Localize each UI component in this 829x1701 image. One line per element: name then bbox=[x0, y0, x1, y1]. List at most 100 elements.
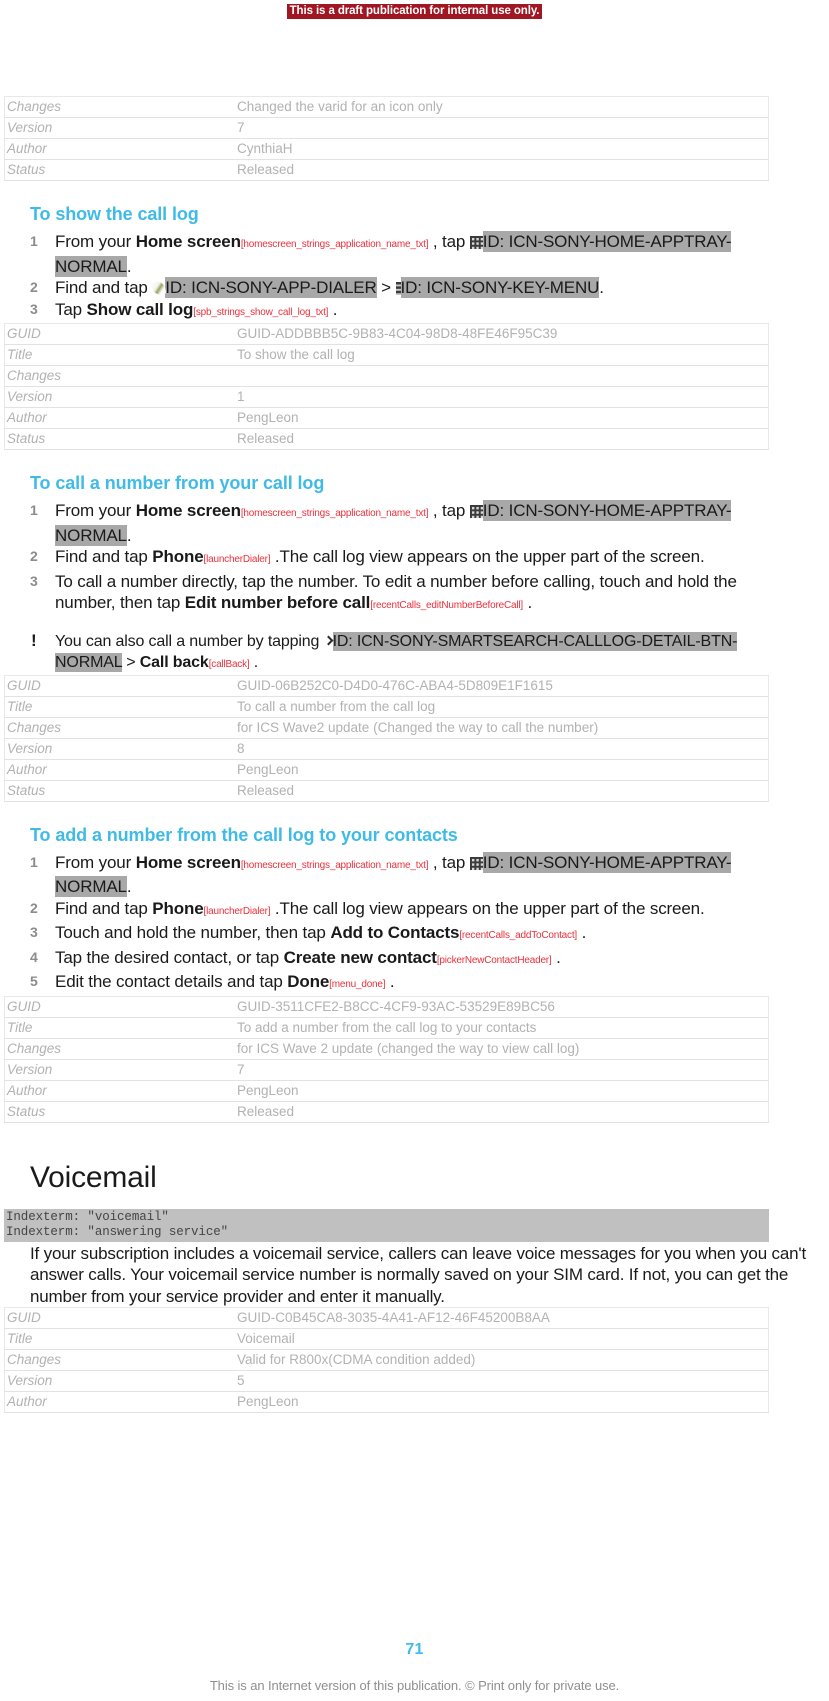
step-text: . bbox=[126, 256, 132, 276]
step-text: . bbox=[522, 593, 533, 612]
table-row: Changes Changed the varid for an icon onl… bbox=[4, 96, 769, 118]
table-row: Changes for ICS Wave2 update (Changed the… bbox=[4, 716, 769, 739]
metadata-key: Version bbox=[4, 117, 235, 139]
ui-label-bold: Home screen bbox=[135, 501, 241, 520]
metadata-value: To call a number from the call log bbox=[235, 695, 769, 718]
step-text: > bbox=[121, 653, 140, 671]
table-row: Status Released bbox=[4, 779, 769, 802]
metadata-key: GUID bbox=[4, 1307, 235, 1329]
document-page: This is a draft publication for internal… bbox=[0, 0, 829, 1701]
table-row: GUID GUID-C0B45CA8-3035-4A41-AF12-46F4520… bbox=[4, 1307, 769, 1329]
table-row: Version 5 bbox=[4, 1370, 769, 1392]
metadata-value: To show the call log bbox=[235, 344, 769, 366]
procedure-step: 2 Find and tap Phone[launcherDialer] .The… bbox=[30, 898, 829, 923]
step-text: You can also call a number by tapping bbox=[55, 632, 324, 650]
procedure-steps-show-call-log: 1 From your Home screen[homescreen_string… bbox=[0, 231, 829, 323]
variable-id-annotation: [pickerNewContactHeader] bbox=[436, 954, 552, 966]
procedure-title-call-a-number: To call a number from your call log bbox=[30, 473, 325, 493]
metadata-value: for ICS Wave 2 update (changed the way t… bbox=[235, 1037, 769, 1060]
variable-id-annotation: [homescreen_strings_application_name_txt… bbox=[240, 859, 429, 871]
step-text: > bbox=[376, 278, 396, 297]
footer-notice: This is an Internet version of this publ… bbox=[209, 1678, 620, 1693]
metadata-value: CynthiaH bbox=[235, 138, 769, 160]
step-text: . bbox=[551, 947, 561, 967]
variable-id-annotation: [recentCalls_addToContact] bbox=[459, 930, 577, 941]
chapter-heading-voicemail: Voicemail bbox=[30, 1160, 157, 1194]
procedure-step: 5 Edit the contact details and tap Done[m… bbox=[30, 971, 829, 996]
metadata-value: PengLeon bbox=[235, 1079, 769, 1102]
step-number: 1 bbox=[30, 233, 38, 249]
metadata-key: Version bbox=[4, 1370, 235, 1392]
metadata-value: GUID-3511CFE2-B8CC-4CF9-93AC-53529E89BC5… bbox=[235, 995, 769, 1018]
variable-id-annotation: [recentCalls_editNumberBe­foreCall] bbox=[370, 600, 523, 611]
step-text: Find and tap bbox=[55, 898, 153, 918]
metadata-value: Valid for R800x(CDMA condition added) bbox=[235, 1349, 769, 1371]
metadata-key: Title bbox=[4, 1328, 235, 1350]
metadata-key: Status bbox=[4, 428, 235, 450]
metadata-value: GUID-C0B45CA8-3035-4A41-AF12-46F45200B8A… bbox=[235, 1307, 769, 1329]
step-text: Find and tap bbox=[55, 547, 153, 566]
ui-label-bold: Home screen bbox=[135, 852, 241, 872]
variable-id-annotation: [spb_strings_show_call_log_txt] bbox=[193, 306, 329, 318]
procedure-step: 4 Tap the desired contact, or tap Create … bbox=[30, 947, 829, 972]
step-text: . bbox=[385, 972, 395, 991]
ui-label-bold: Show call log bbox=[86, 299, 194, 319]
metadata-key: GUID bbox=[4, 674, 235, 697]
metadata-value: GUID-ADDBBB5C-9B83-4C04-98D8-48FE46F95C3… bbox=[235, 323, 769, 345]
chevron-right-icon bbox=[324, 635, 333, 648]
step-number: 4 bbox=[30, 948, 38, 965]
variable-id-annotation: [launcherDialer] bbox=[203, 554, 271, 565]
step-text: . bbox=[249, 653, 259, 671]
metadata-key: GUID bbox=[4, 995, 235, 1018]
step-text: Touch and hold the number, then tap bbox=[55, 923, 331, 942]
ui-label-bold: Home screen bbox=[135, 232, 241, 251]
metadata-key: Version bbox=[4, 386, 235, 408]
note-call-back: ! You can also call a number by tapping I… bbox=[30, 631, 829, 675]
metadata-key: Changes bbox=[4, 716, 235, 739]
table-row: Author PengLeon bbox=[4, 1079, 769, 1102]
procedure-step: 3 Tap Show call log[spb_strings_show_call… bbox=[30, 299, 829, 324]
indexterm-line: Indexterm: "voicemail" bbox=[6, 1209, 169, 1224]
apptray-icon bbox=[469, 856, 483, 870]
metadata-value: Released bbox=[235, 779, 769, 802]
step-text: From your bbox=[55, 501, 136, 520]
table-row: Status Released bbox=[4, 159, 769, 181]
step-text: . bbox=[577, 923, 587, 942]
step-number: 3 bbox=[30, 300, 38, 317]
metadata-key: Status bbox=[4, 779, 235, 802]
procedure-step: 1 From your Home screen[homescreen_string… bbox=[30, 231, 829, 277]
metadata-key: Changes bbox=[4, 96, 235, 118]
step-number: 2 bbox=[30, 279, 38, 295]
icon-id-reference: ID: ICN-SONY-KEY-MENU bbox=[400, 277, 600, 298]
table-row: Version 8 bbox=[4, 737, 769, 760]
draft-publication-banner: This is a draft publication for internal… bbox=[0, 4, 829, 19]
procedure-step: 1 From your Home screen[homescreen_string… bbox=[30, 500, 829, 546]
metadata-key: Author bbox=[4, 407, 235, 429]
metadata-key: Author bbox=[4, 758, 235, 781]
metadata-value: Released bbox=[235, 1100, 769, 1123]
metadata-value: PengLeon bbox=[235, 1391, 769, 1413]
step-text: . bbox=[126, 525, 132, 545]
variable-id-annotation: [homescreen_strings_application_name_txt… bbox=[240, 508, 429, 519]
table-row: Title To show the call log bbox=[4, 344, 769, 366]
draft-banner-text: This is a draft publication for internal… bbox=[286, 4, 543, 19]
metadata-key: Version bbox=[4, 1058, 235, 1081]
metadata-table-show-call-log: GUID GUID-ADDBBB5C-9B83-4C04-98D8-48FE46F… bbox=[4, 323, 769, 450]
step-text: Tap bbox=[55, 299, 87, 319]
metadata-value: Voicemail bbox=[235, 1328, 769, 1350]
ui-label-bold: Phone bbox=[152, 898, 204, 918]
metadata-key: Author bbox=[4, 138, 235, 160]
ui-label-bold: Call back bbox=[139, 653, 209, 671]
procedure-step: 3 To call a number directly, tap the numb… bbox=[30, 571, 829, 617]
step-number: 3 bbox=[30, 924, 38, 940]
metadata-table-add-number: GUID GUID-3511CFE2-B8CC-4CF9-93AC-53529E8… bbox=[4, 995, 769, 1123]
metadata-key: Title bbox=[4, 344, 235, 366]
metadata-value: GUID-06B252C0-D4D0-476C-ABA4-5D809E1F161… bbox=[235, 674, 769, 697]
step-text: . bbox=[126, 877, 132, 896]
variable-id-annotation: [homescreen_strings_application_name_txt… bbox=[240, 239, 429, 250]
metadata-key: Changes bbox=[4, 365, 235, 387]
step-text: From your bbox=[55, 852, 136, 872]
step-number: 2 bbox=[30, 548, 38, 564]
metadata-value: 1 bbox=[235, 386, 769, 408]
metadata-value: PengLeon bbox=[235, 407, 769, 429]
